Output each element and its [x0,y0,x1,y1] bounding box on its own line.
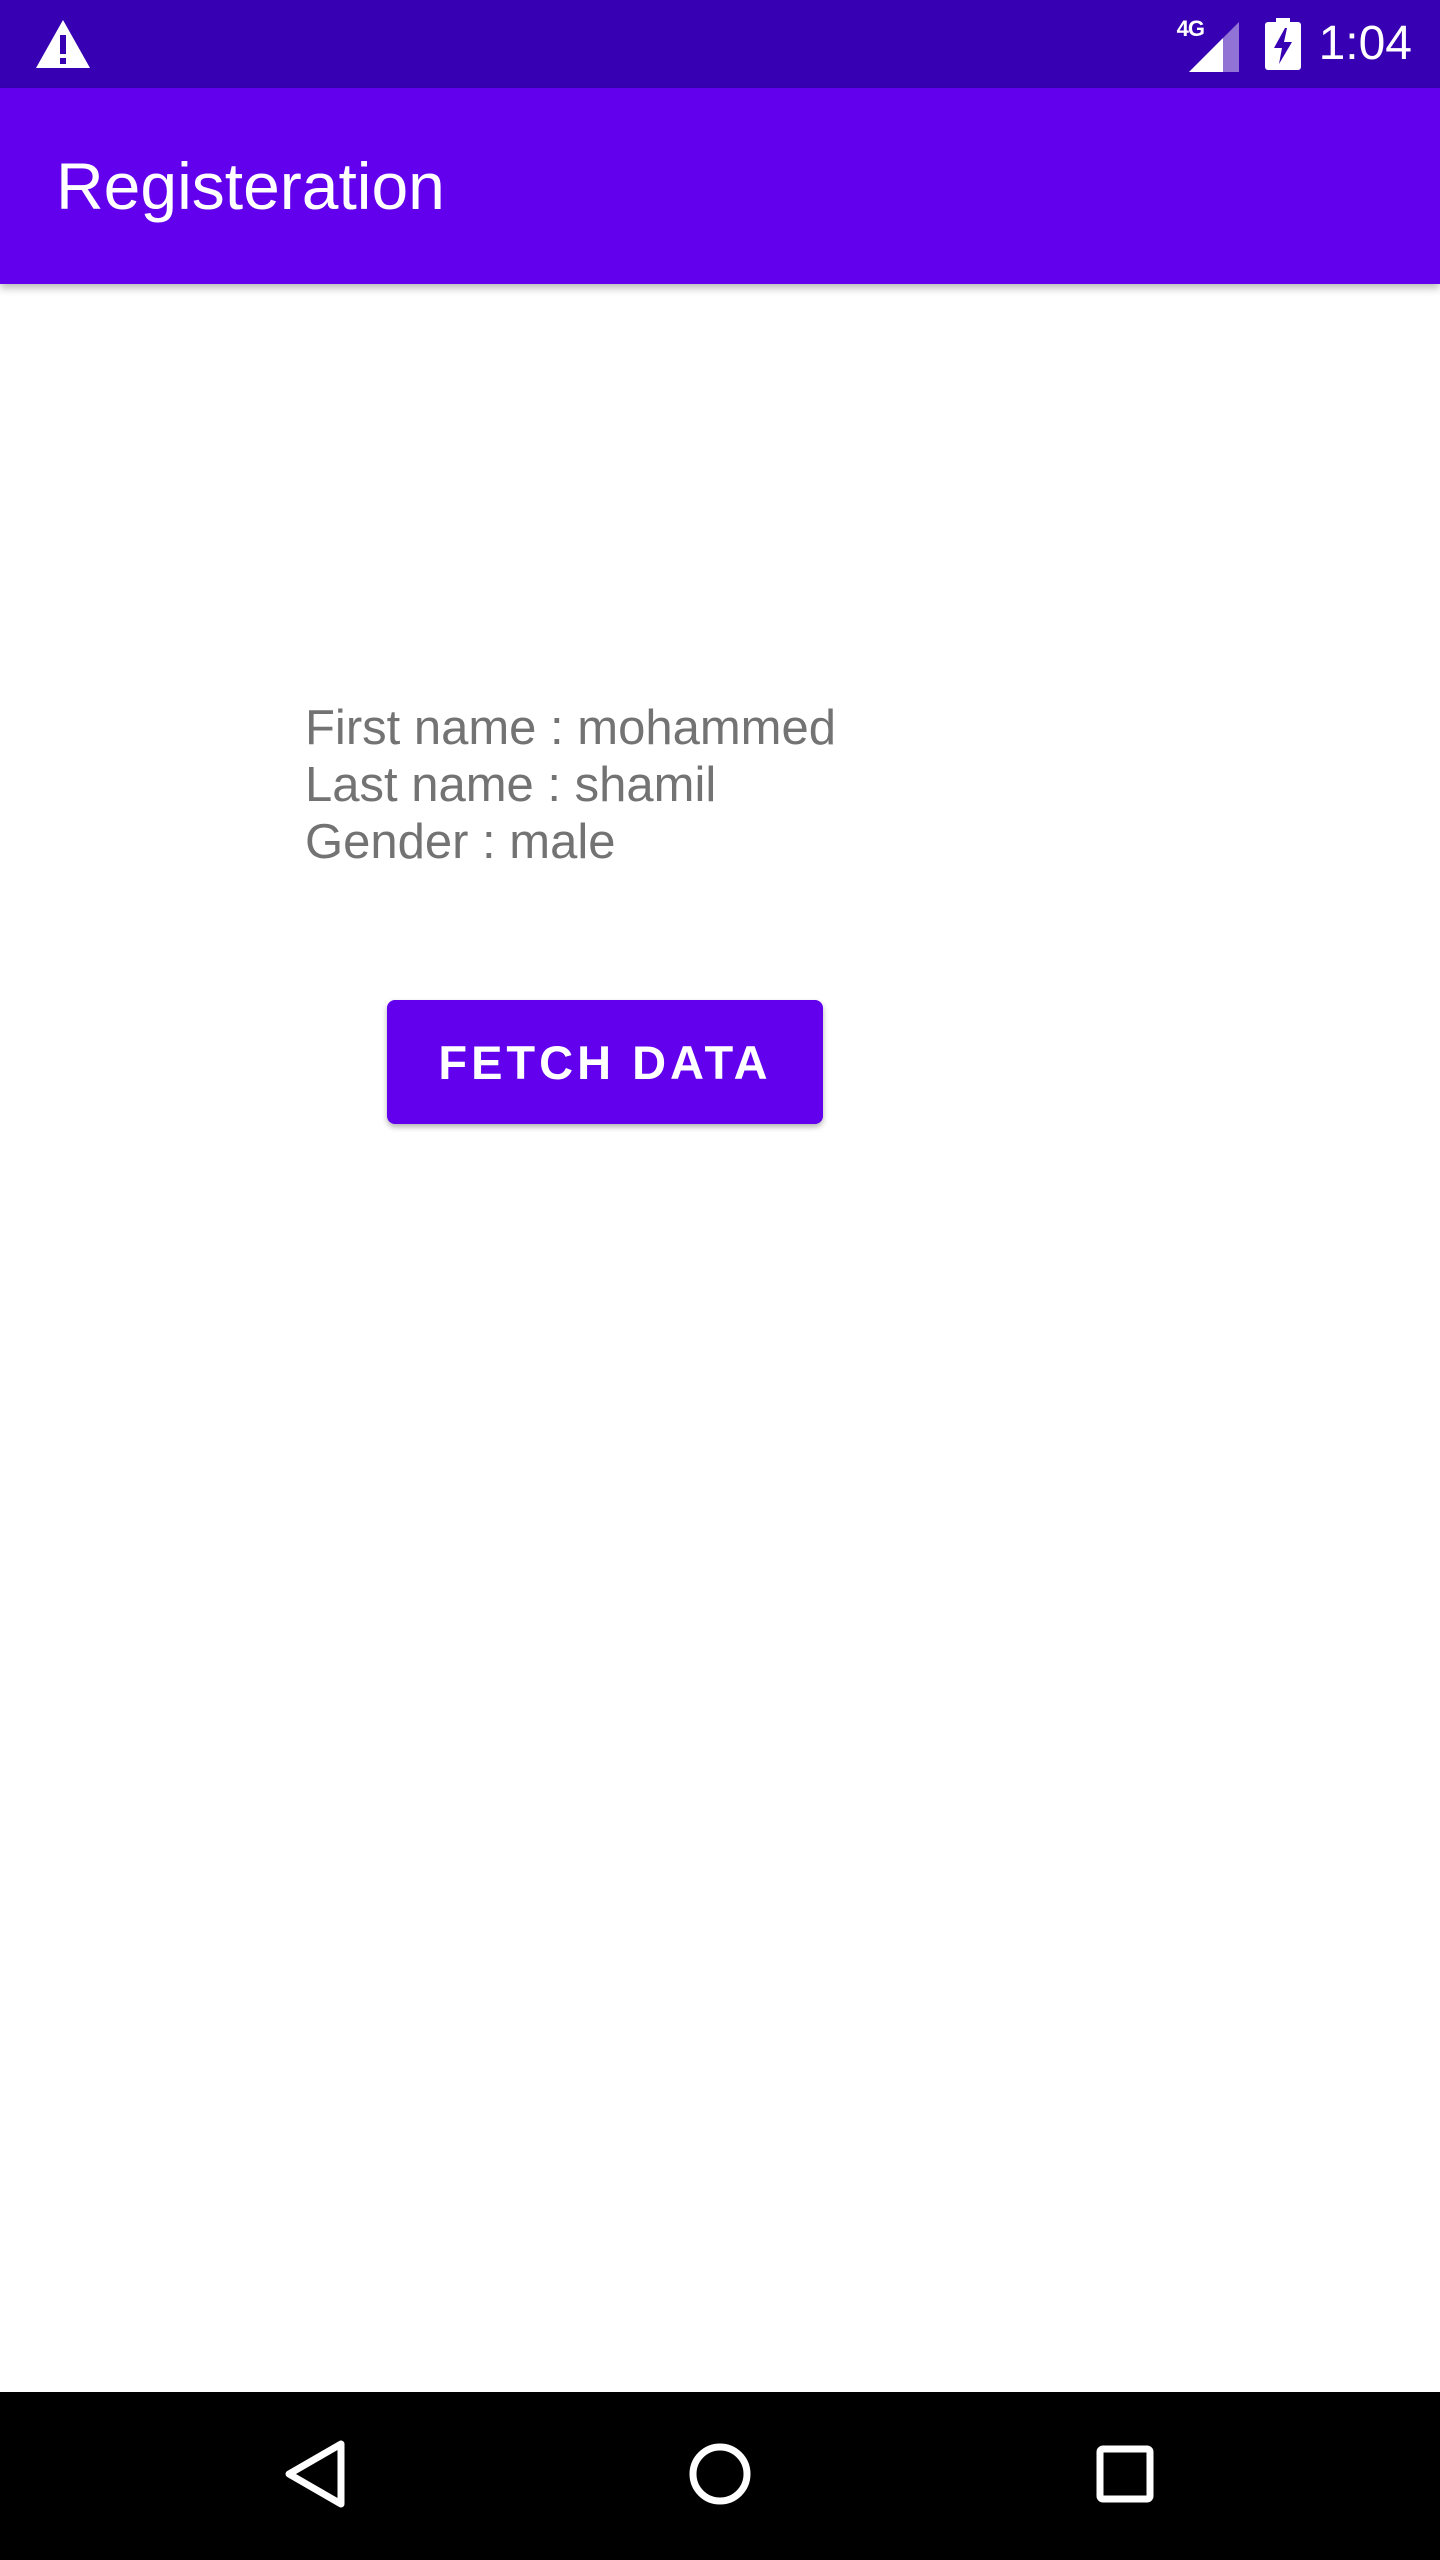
last-name-text: Last name : shamil [305,758,717,812]
recents-icon [1095,2444,1155,2509]
status-right-group: 4G 1:04 [1177,0,1412,88]
back-icon [283,2438,347,2515]
signal-icon: 4G [1177,16,1241,72]
battery-charging-icon [1264,18,1301,70]
home-icon [688,2442,752,2511]
fetch-data-button-label: FETCH DATA [438,1035,772,1089]
gender-text: Gender : male [305,815,616,869]
home-button[interactable] [620,2392,820,2560]
status-clock: 1:04 [1318,17,1412,70]
warning-icon [34,18,92,70]
screen: 4G 1:04 Registeration First name : moham… [0,0,1440,2560]
fetch-data-button[interactable]: FETCH DATA [387,1000,823,1124]
app-bar: Registeration [0,88,1440,284]
recents-button[interactable] [1025,2392,1225,2560]
back-button[interactable] [215,2392,415,2560]
first-name-text: First name : mohammed [305,701,836,755]
user-info: First name : mohammed Last name : shamil… [305,700,836,871]
status-bar: 4G 1:04 [0,0,1440,88]
navigation-bar [0,2392,1440,2560]
app-title: Registeration [56,149,445,223]
